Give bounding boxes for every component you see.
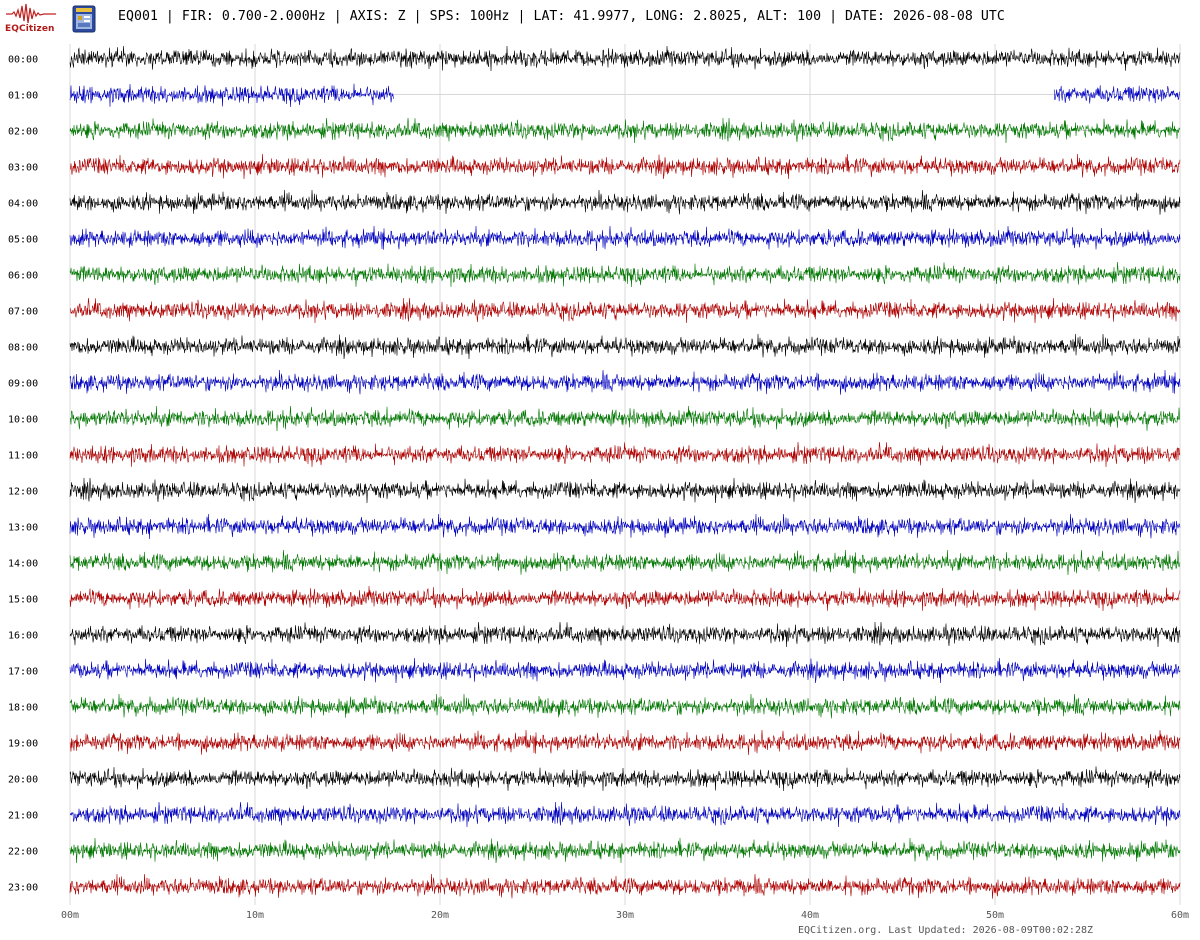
- logo-text: EQCitizen: [5, 24, 55, 34]
- row-time-label: 05:00: [8, 235, 38, 246]
- row-time-label: 08:00: [8, 343, 38, 354]
- row-time-label: 22:00: [8, 847, 38, 858]
- row-time-label: 17:00: [8, 667, 38, 678]
- row-time-label: 04:00: [8, 199, 38, 210]
- row-time-label: 06:00: [8, 271, 38, 282]
- row-time-label: 14:00: [8, 559, 38, 570]
- station-info-header: EQ001 | FIR: 0.700-2.000Hz | AXIS: Z | S…: [118, 9, 1005, 24]
- row-time-label: 00:00: [8, 55, 38, 66]
- row-time-label: 16:00: [8, 631, 38, 642]
- row-time-label: 21:00: [8, 811, 38, 822]
- row-time-label: 20:00: [8, 775, 38, 786]
- x-tick-label: 40m: [801, 910, 819, 921]
- row-time-label: 23:00: [8, 883, 38, 894]
- x-tick-label: 20m: [431, 910, 449, 921]
- row-time-label: 11:00: [8, 451, 38, 462]
- row-time-label: 10:00: [8, 415, 38, 426]
- row-time-label: 12:00: [8, 487, 38, 498]
- row-time-label: 19:00: [8, 739, 38, 750]
- sd-card-icon: [72, 5, 96, 33]
- x-tick-labels: 00m 10m 20m 30m 40m 50m 60m: [61, 910, 1189, 921]
- row-time-label: 09:00: [8, 379, 38, 390]
- row-labels: 00:00 01:00 02:00 03:00 04:00 05:00 06:00 07:00…: [8, 55, 38, 894]
- last-updated-footer: EQCitizen.org. Last Updated: 2026-08-09T…: [798, 925, 1094, 936]
- row-time-label: 07:00: [8, 307, 38, 318]
- x-tick-label: 00m: [61, 910, 79, 921]
- x-tick-label: 30m: [616, 910, 634, 921]
- x-tick-label: 10m: [246, 910, 264, 921]
- row-time-label: 18:00: [8, 703, 38, 714]
- row-time-label: 03:00: [8, 163, 38, 174]
- row-time-label: 13:00: [8, 523, 38, 534]
- helicorder-page: 00:00 01:00 02:00 03:00 04:00 05:00 06:00 07:00…: [0, 0, 1200, 940]
- helicorder-plot: 00:00 01:00 02:00 03:00 04:00 05:00 06:00 07:00…: [8, 44, 1189, 921]
- row-time-label: 02:00: [8, 127, 38, 138]
- row-time-label: 15:00: [8, 595, 38, 606]
- row-time-label: 01:00: [8, 91, 38, 102]
- x-tick-label: 50m: [986, 910, 1004, 921]
- x-tick-label: 60m: [1171, 910, 1189, 921]
- seismic-trace-0100: [69, 83, 394, 108]
